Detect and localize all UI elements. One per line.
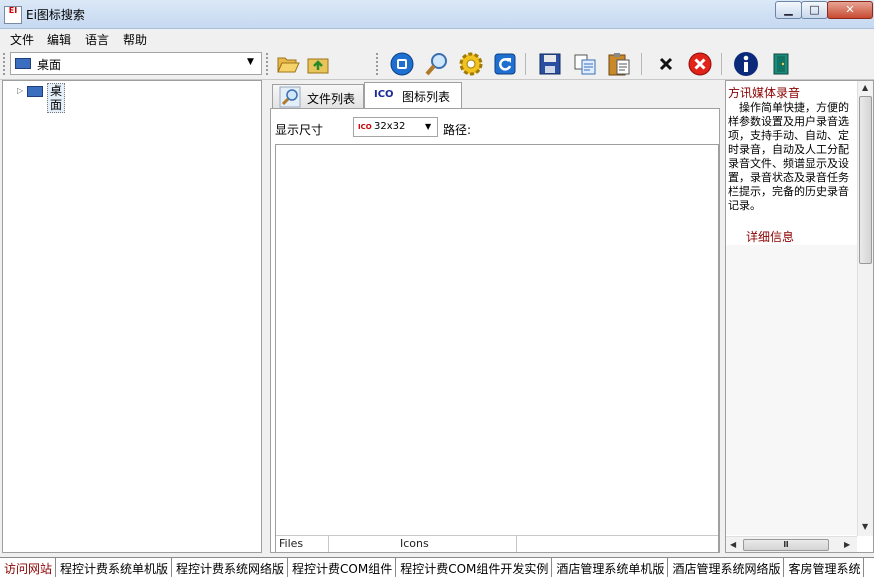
toolbar-separator (641, 53, 642, 75)
ad-background (726, 245, 857, 535)
icon-list-view[interactable]: Files Icons (275, 144, 719, 552)
info-icon (734, 52, 758, 76)
info-pane: 方讯媒体录音 操作简单快捷，方便的样参数设置及用户录音选项，支持手动、自动、定时… (725, 80, 874, 553)
maximize-button[interactable]: □ (801, 1, 828, 19)
location-combo[interactable]: 桌面 ▼ (10, 52, 262, 75)
info-button[interactable] (733, 51, 759, 77)
path-label: 路径: (443, 123, 472, 137)
scroll-down-icon[interactable]: ▼ (862, 522, 868, 531)
minimize-button[interactable]: ▁ (775, 1, 802, 19)
horizontal-scrollbar[interactable]: ◀ Ⅲ ▶ (726, 536, 857, 552)
cancel-red-icon (688, 52, 712, 76)
link-product[interactable]: 程控计费COM组件开发实例 (396, 558, 553, 577)
stop-icon (390, 52, 414, 76)
save-disk-icon (539, 53, 561, 75)
clipboard-icon (608, 53, 630, 76)
center-pane: 文件列表 ICO 图标列表 显示尺寸 ICO 32x32 ▼ 路径: Files… (268, 80, 721, 553)
window-title: Ei图标搜索 (26, 8, 85, 22)
tab-icon-list[interactable]: ICO 图标列表 (364, 82, 462, 108)
scroll-right-icon[interactable]: ▶ (844, 540, 850, 549)
link-product[interactable]: 酒店管理系统网络版 (668, 558, 785, 577)
copy-button[interactable] (572, 51, 598, 77)
link-product[interactable]: 程控计费系统网络版 (172, 558, 289, 577)
menu-help[interactable]: 帮助 (121, 31, 149, 48)
footer-divider (516, 536, 517, 552)
footer-divider (328, 536, 329, 552)
exit-door-icon (773, 53, 789, 75)
menu-bar: 文件 编辑 语言 帮助 (0, 29, 874, 50)
app-icon-text: EI (8, 6, 18, 15)
tree-expand-icon[interactable]: ▷ (17, 86, 23, 95)
footer-files: Files (279, 537, 304, 550)
toolbar: 桌面 ▼ (0, 49, 874, 80)
chevron-down-icon[interactable]: ▼ (247, 57, 254, 67)
detail-link[interactable]: 详细信息 (746, 228, 794, 245)
tab-file-list-label: 文件列表 (307, 92, 356, 106)
open-folder-button[interactable] (275, 51, 301, 77)
ico-icon: ICO (374, 89, 394, 100)
ad-description: 操作简单快捷，方便的样参数设置及用户录音选项，支持手动、自动、定时录音，自动及人… (728, 101, 849, 212)
stop-button[interactable] (389, 51, 415, 77)
toolbar-grip[interactable] (3, 53, 8, 75)
desktop-icon (27, 86, 43, 97)
menu-file[interactable]: 文件 (8, 31, 36, 48)
toolbar-separator (721, 53, 722, 75)
tree-node-label[interactable]: 桌面 (47, 83, 66, 113)
size-value: 32x32 (374, 121, 406, 132)
tab-icon-list-label: 图标列表 (402, 90, 451, 104)
search-icon (425, 53, 447, 76)
save-button[interactable] (537, 51, 563, 77)
cancel-button[interactable] (687, 51, 713, 77)
size-select[interactable]: ICO 32x32 ▼ (353, 117, 438, 137)
ico-icon: ICO (358, 123, 372, 131)
title-bar: EI Ei图标搜索 ▁ □ ✕ (0, 0, 874, 29)
refresh-icon (494, 53, 516, 75)
scroll-thumb[interactable]: Ⅲ (743, 539, 829, 551)
link-product[interactable]: 酒店管理系统单机版 (552, 558, 669, 577)
search-button[interactable] (424, 51, 450, 77)
link-product[interactable]: 程控计费COM组件 (288, 558, 397, 577)
location-value: 桌面 (37, 58, 62, 72)
tab-content: 显示尺寸 ICO 32x32 ▼ 路径: Files Icons (270, 108, 720, 553)
upload-folder-button[interactable] (305, 51, 331, 77)
settings-gear-icon (459, 52, 483, 76)
link-visit-site[interactable]: 访问网站 (0, 558, 57, 577)
copy-icon (574, 54, 596, 75)
close-button[interactable]: ✕ (827, 1, 873, 19)
footer-icons: Icons (400, 537, 429, 550)
link-bar: 访问网站 程控计费系统单机版 程控计费系统网络版 程控计费COM组件 程控计费C… (0, 557, 874, 577)
folder-tree[interactable]: ▷ 桌面 (2, 80, 262, 553)
toolbar-grip[interactable] (266, 53, 271, 75)
vertical-scrollbar[interactable]: ▲ ▼ (857, 81, 873, 536)
app-icon: EI (4, 6, 22, 24)
exit-button[interactable] (768, 51, 794, 77)
link-product[interactable]: 客房管理系统 (784, 558, 865, 577)
chevron-down-icon[interactable]: ▼ (425, 122, 431, 131)
paste-button[interactable] (606, 51, 632, 77)
settings-button[interactable] (458, 51, 484, 77)
link-product[interactable]: 程控计费系统单机版 (56, 558, 173, 577)
menu-language[interactable]: 语言 (83, 31, 111, 48)
refresh-button[interactable] (492, 51, 518, 77)
toolbar-grip[interactable] (376, 53, 381, 75)
search-icon (279, 86, 301, 108)
scroll-up-icon[interactable]: ▲ (862, 83, 868, 92)
menu-edit[interactable]: 编辑 (45, 31, 73, 48)
open-folder-icon (277, 57, 300, 73)
tab-file-list[interactable]: 文件列表 (272, 84, 364, 108)
size-label: 显示尺寸 (275, 123, 324, 137)
delete-button[interactable] (653, 51, 679, 77)
desktop-icon (15, 58, 31, 69)
list-footer: Files Icons (276, 535, 718, 552)
toolbar-separator (525, 53, 526, 75)
scroll-left-icon[interactable]: ◀ (730, 540, 736, 549)
delete-x-icon (659, 57, 673, 71)
upload-folder-icon (307, 58, 329, 74)
scroll-thumb[interactable] (859, 96, 872, 264)
ad-title[interactable]: 方讯媒体录音 (728, 84, 800, 101)
